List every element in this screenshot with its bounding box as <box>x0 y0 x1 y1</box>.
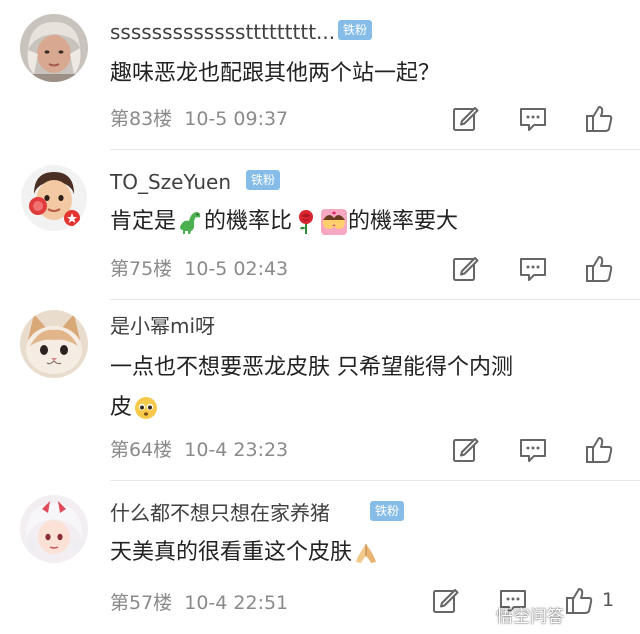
pleading-face-emoji-icon <box>133 395 159 421</box>
comment-time: 10-4 23:23 <box>184 439 289 461</box>
avatar[interactable] <box>20 164 88 232</box>
dinosaur-emoji-icon <box>177 209 203 235</box>
comment-icon[interactable] <box>518 435 548 465</box>
fan-badge: 铁粉 <box>338 20 373 40</box>
thumbs-up-icon[interactable] <box>584 254 614 284</box>
comment-text: 一点也不想要恶龙皮肤 只希望能得个内测 皮 <box>110 355 513 421</box>
divider <box>110 149 640 150</box>
comment-text: 肯定是 的機率比 的機率要大 <box>110 209 459 235</box>
divider <box>110 480 640 481</box>
watermark: 悟空问答 <box>466 600 564 632</box>
fan-badge: 铁粉 <box>246 170 281 190</box>
kiss-emoji-icon <box>321 209 348 235</box>
comment-text: 天美真的很看重这个皮肤 <box>110 533 380 573</box>
floor-number: 第57楼 <box>110 592 173 614</box>
username[interactable]: 什么都不想只想在家养猪 <box>110 501 330 525</box>
comment-meta: 第57楼 10-4 22:51 <box>110 591 288 615</box>
edit-icon[interactable] <box>450 104 480 134</box>
avatar[interactable] <box>20 14 88 82</box>
edit-icon[interactable] <box>430 586 460 616</box>
comment-actions <box>450 104 630 134</box>
username[interactable]: TO_SzeYuen <box>110 170 231 194</box>
thumbs-up-icon[interactable] <box>564 586 594 616</box>
comment-meta: 第75楼 10-5 02:43 <box>110 257 288 281</box>
comment-actions <box>450 254 630 284</box>
comment-icon[interactable] <box>518 254 548 284</box>
edit-icon[interactable] <box>450 254 480 284</box>
comment-time: 10-4 22:51 <box>184 592 289 614</box>
comment-icon[interactable] <box>518 104 548 134</box>
fan-badge: 铁粉 <box>370 501 405 521</box>
comment-meta: 第64楼 10-4 23:23 <box>110 438 288 462</box>
avatar[interactable] <box>20 495 88 563</box>
thumbs-up-icon[interactable] <box>584 435 614 465</box>
praying-hands-emoji-icon <box>353 540 379 566</box>
watermark-text: 悟空问答 <box>496 606 564 627</box>
edit-icon[interactable] <box>450 435 480 465</box>
comment-meta: 第83楼 10-5 09:37 <box>110 107 288 131</box>
divider <box>110 299 640 300</box>
wukong-logo-icon <box>466 600 494 628</box>
comment-text: 趣味恶龙也配跟其他两个站一起？ <box>110 61 441 86</box>
rose-emoji-icon <box>293 209 319 235</box>
comment-time: 10-5 02:43 <box>184 258 289 280</box>
username[interactable]: sssssssssssssttttttttt... <box>110 20 335 44</box>
floor-number: 第83楼 <box>110 108 173 130</box>
comment-time: 10-5 09:37 <box>184 108 289 130</box>
like-count: 1 <box>602 589 615 611</box>
username[interactable]: 是小幂mi呀 <box>110 314 215 338</box>
avatar[interactable] <box>20 310 88 378</box>
floor-number: 第64楼 <box>110 439 173 461</box>
floor-number: 第75楼 <box>110 258 173 280</box>
thumbs-up-icon[interactable] <box>584 104 614 134</box>
comment-actions <box>450 435 630 465</box>
